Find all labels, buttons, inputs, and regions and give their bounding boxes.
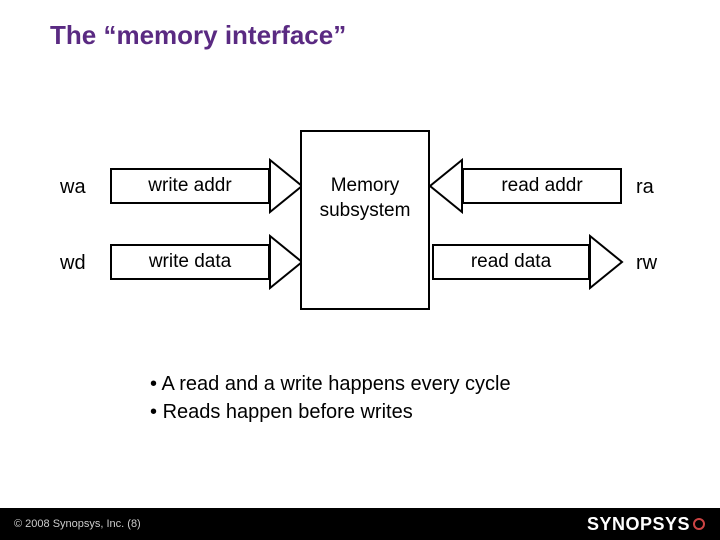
arrowhead-right-icon [268,158,304,214]
memory-line1: Memory [302,174,428,199]
write-addr-text: write addr [148,175,231,197]
read-data-arrow: read data [432,244,590,280]
read-addr-text: read addr [501,175,582,197]
bullet-1: A read and a write happens every cycle [150,370,511,398]
port-rw-label: rw [636,252,657,275]
logo-mark-icon [692,517,706,531]
bullet-list: A read and a write happens every cycle R… [150,370,511,426]
read-addr-arrow: read addr [462,168,622,204]
synopsys-logo: SYNOPSYS [587,514,706,535]
read-data-text: read data [471,251,551,273]
arrowhead-right-icon [268,234,304,290]
copyright-text: © 2008 Synopsys, Inc. (8) [14,518,141,530]
arrowhead-right-icon [588,234,624,290]
bullet-2: Reads happen before writes [150,398,511,426]
write-data-text: write data [149,251,231,273]
arrowhead-left-icon [428,158,464,214]
memory-interface-diagram: wa wd ra rw write addr write data Memory… [0,120,720,340]
write-addr-arrow: write addr [110,168,270,204]
port-ra-label: ra [636,176,654,199]
memory-subsystem-box: Memory subsystem [300,130,430,310]
write-data-arrow: write data [110,244,270,280]
memory-line2: subsystem [302,199,428,224]
port-wd-label: wd [60,252,86,275]
port-wa-label: wa [60,176,86,199]
slide-title: The “memory interface” [50,20,346,51]
slide-footer: © 2008 Synopsys, Inc. (8) SYNOPSYS [0,508,720,540]
logo-text: SYNOPSYS [587,514,690,535]
